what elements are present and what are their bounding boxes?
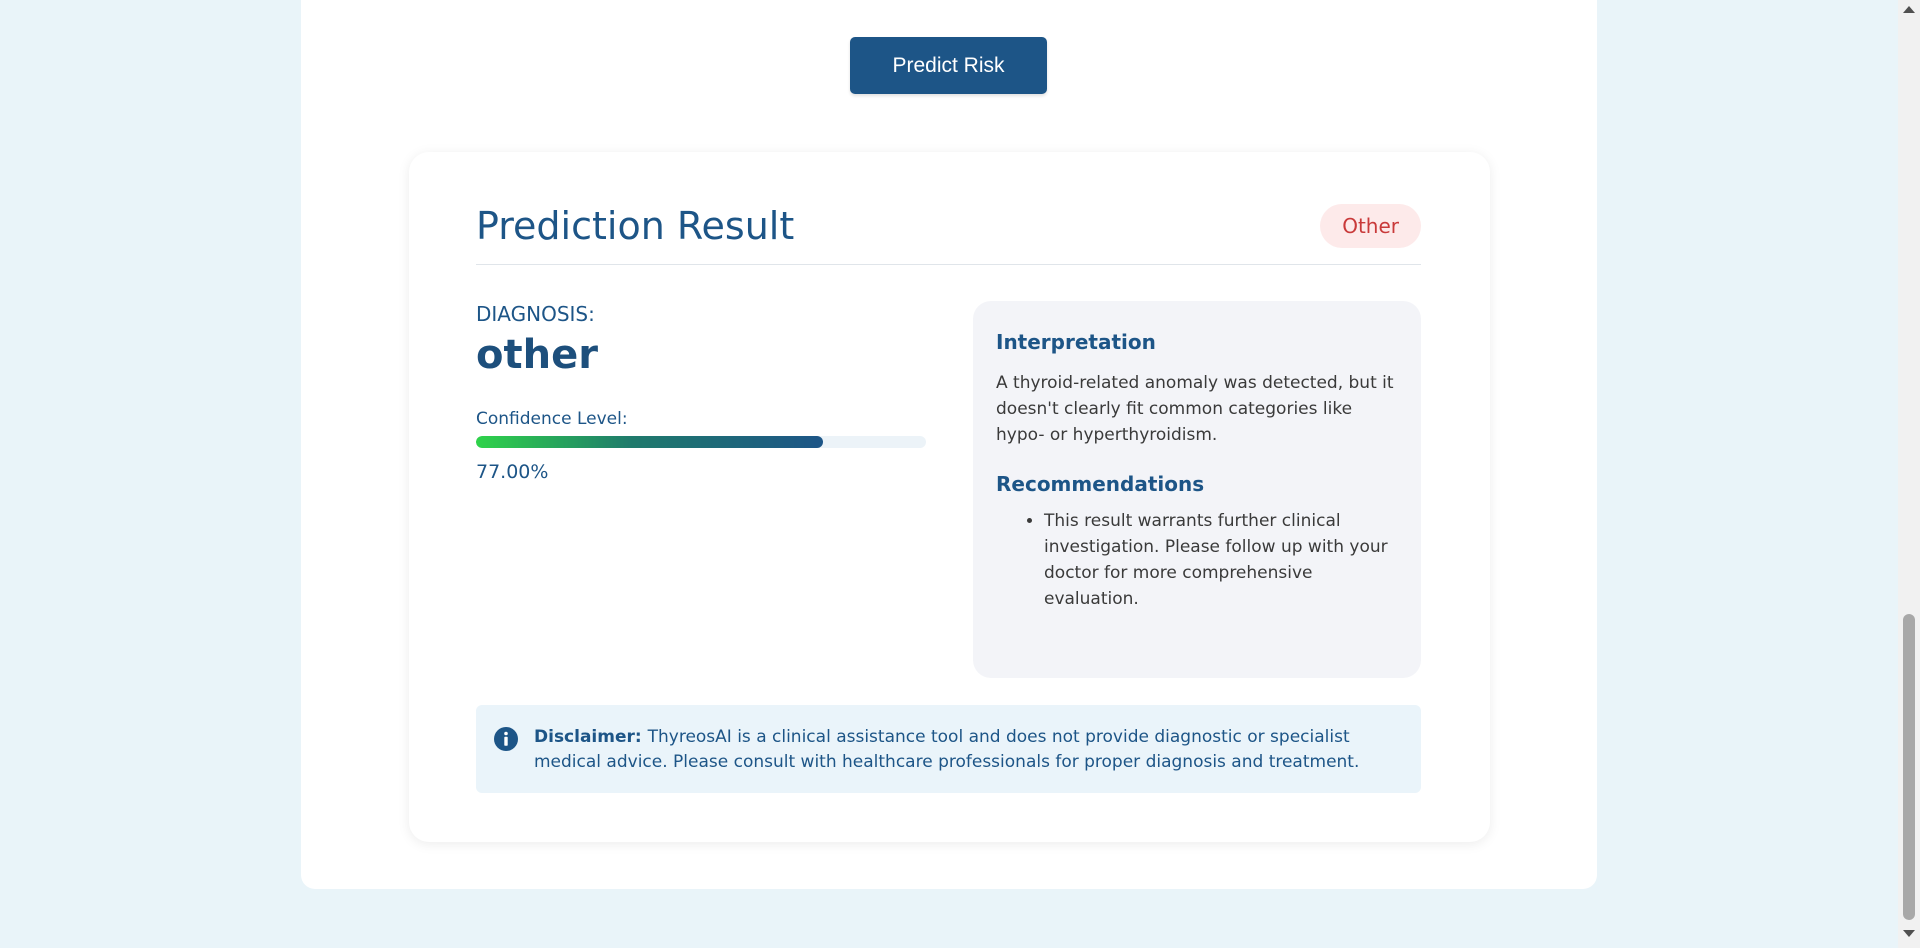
recommendation-item: This result warrants further clinical in… [1044,508,1398,612]
disclaimer-box: Disclaimer: ThyreosAI is a clinical assi… [476,705,1421,793]
confidence-label: Confidence Level: [476,409,628,429]
interpretation-panel: Interpretation A thyroid-related anomaly… [973,301,1421,678]
result-header: Prediction Result Other [476,204,1421,265]
disclaimer-label: Disclaimer: [534,727,648,747]
disclaimer-text: ThyreosAI is a clinical assistance tool … [534,727,1360,772]
prediction-result-card: Prediction Result Other DIAGNOSIS: other… [409,152,1490,842]
category-badge: Other [1320,204,1421,248]
info-icon [494,727,518,751]
scroll-up-arrow-icon[interactable] [1903,6,1915,13]
recommendations-list: This result warrants further clinical in… [996,508,1398,612]
confidence-value: 77.00% [476,461,549,483]
vertical-scrollbar[interactable] [1898,0,1920,948]
diagnosis-value: other [476,332,598,378]
diagnosis-label: DIAGNOSIS: [476,302,595,326]
result-title: Prediction Result [476,204,795,248]
scrollbar-thumb[interactable] [1903,614,1915,920]
confidence-bar-fill [476,436,823,448]
recommendations-heading: Recommendations [996,472,1205,496]
scroll-down-arrow-icon[interactable] [1903,930,1915,937]
predict-risk-button[interactable]: Predict Risk [850,37,1047,94]
interpretation-text: A thyroid-related anomaly was detected, … [996,373,1394,445]
confidence-bar [476,436,926,448]
interpretation-heading: Interpretation [996,330,1156,354]
